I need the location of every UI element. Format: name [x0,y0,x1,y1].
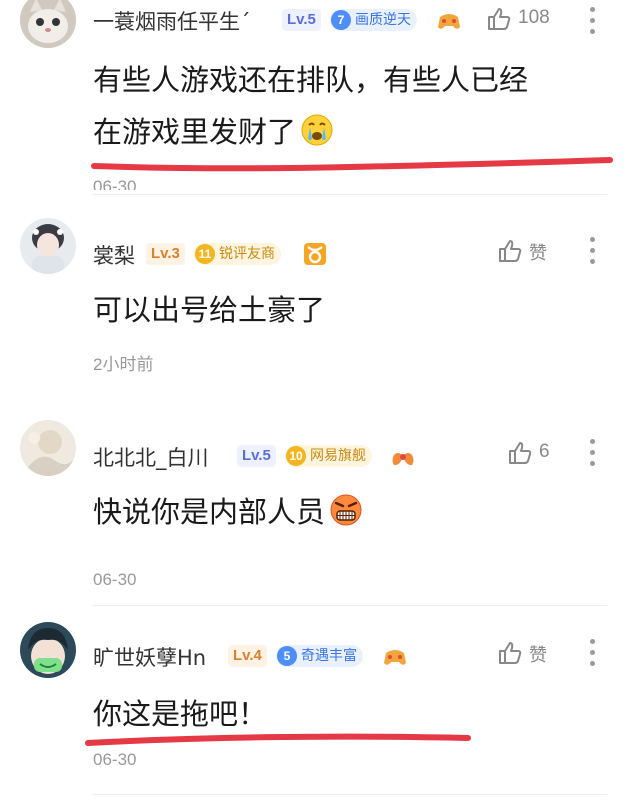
like-count: 赞 [529,645,547,666]
divider [93,605,607,606]
medal-level-number: 10 [286,446,306,466]
comment-1: 一蓑烟雨任平生´ Lv.5 7 画质逆天 108 有些人游戏还在排队，有些人已经 … [0,0,627,200]
more-options-icon[interactable] [582,4,602,38]
divider [93,794,607,795]
level-badge: Lv.3 [146,243,185,265]
thumbs-up-icon [488,8,511,30]
medal-text: 画质逆天 [355,12,411,28]
comment-text: 有些人游戏还在排队，有些人已经 在游戏里发财了 [93,54,528,158]
avatar[interactable] [20,0,76,48]
gamepad-icon [384,650,406,665]
girl-avatar-image [20,218,76,274]
red-underline-annotation [91,157,613,172]
timestamp: 06-30 [93,177,137,190]
medal-level-number: 5 [277,646,297,666]
like-button[interactable]: 6 [507,438,627,468]
username[interactable]: 旷世妖孽Hn [93,642,206,672]
medal-badge: 5 奇遇丰富 [276,645,363,667]
medal-text: 网易旗舰 [310,448,366,464]
level-badge: Lv.5 [237,445,276,467]
like-count: 108 [518,7,550,28]
medal-badge: 11 锐评友商 [194,243,281,265]
medal-badge: 7 画质逆天 [330,9,417,31]
medal-text: 锐评友商 [219,246,275,262]
thumbs-up-icon [509,442,532,464]
username[interactable]: 北北北_白川 [93,442,209,472]
thumbs-up-icon [499,240,522,262]
comment-text-content: 快说你是内部人员 [93,495,326,529]
comment-2: 裳梨 Lv.3 11 锐评友商 赞 可以出号给土豪了 2小时前 [0,216,627,396]
avatar[interactable] [20,420,76,476]
red-underline-annotation [85,733,471,746]
comment-text-line-1: 有些人游戏还在排队，有些人已经 [93,63,529,97]
more-options-icon[interactable] [582,636,602,670]
medal-level-number: 7 [331,10,351,30]
timestamp: 2小时前 [93,355,154,374]
comment-3: 北北北_白川 Lv.5 10 网易旗舰 6 快说你是内部人员 06-30 [0,412,627,606]
comment-text-line-2-text: 在游戏里发财了 [93,115,297,149]
medal-text: 奇遇丰富 [301,648,357,664]
comment-text: 快说你是内部人员 [93,486,363,538]
medal-level-number: 11 [195,244,215,264]
username[interactable]: 一蓑烟雨任平生´ [93,6,251,36]
divider [93,194,607,195]
level-badge: Lv.5 [282,9,321,31]
taurus-icon [304,243,326,265]
avatar[interactable] [20,218,76,274]
more-options-icon[interactable] [582,234,602,268]
gamepad-icon [438,14,460,29]
like-count: 6 [539,441,550,462]
avatar[interactable] [20,622,76,678]
lungs-icon [392,447,414,466]
crying-face-emoji [301,114,333,146]
comment-text: 可以出号给土豪了 [93,293,326,327]
comment-4: 旷世妖孽Hn Lv.4 5 奇遇丰富 赞 你这是拖吧！ 06-30 [0,618,627,812]
username[interactable]: 裳梨 [93,240,135,270]
timestamp: 06-30 [93,570,137,589]
angry-grin-emoji [330,494,362,526]
like-count: 赞 [529,243,547,264]
level-badge: Lv.4 [228,645,267,667]
medal-badge: 10 网易旗舰 [285,445,372,467]
timestamp: 06-30 [93,750,137,769]
painting-avatar-image [20,420,76,476]
thumbs-up-icon [499,642,522,664]
masked-boy-avatar-image [20,622,76,678]
cat-avatar-image [20,0,76,48]
more-options-icon[interactable] [582,436,602,470]
